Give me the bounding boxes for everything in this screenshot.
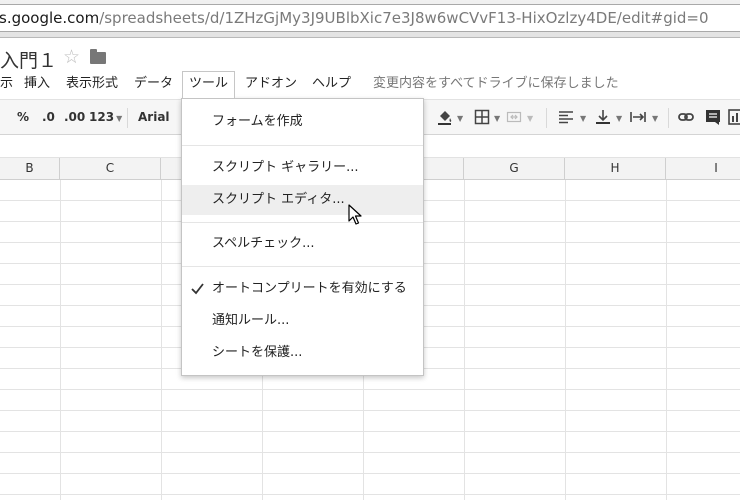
save-status: 変更内容をすべてドライブに保存しました	[373, 76, 619, 91]
fill-color-icon[interactable]	[437, 109, 453, 125]
menu-tools[interactable]: ツール	[182, 71, 236, 98]
chart-icon[interactable]	[728, 109, 740, 125]
browser-address-bar: s.google.com/spreadsheets/d/1ZHzGjMy3J9U…	[0, 0, 740, 38]
mouse-cursor-icon	[348, 204, 362, 225]
percent-format-button[interactable]: %	[17, 100, 29, 134]
star-icon[interactable]: ☆	[63, 46, 80, 68]
column-header-c[interactable]: C	[60, 158, 161, 179]
checkmark-icon	[191, 283, 204, 295]
menu-view[interactable]: 示	[0, 72, 13, 96]
screen: s.google.com/spreadsheets/d/1ZHzGjMy3J9U…	[0, 0, 740, 500]
font-family-dropdown[interactable]: Arial	[138, 100, 170, 134]
menu-item-create-form[interactable]: フォームを作成	[182, 107, 423, 137]
column-header-i[interactable]: I	[666, 158, 740, 179]
comment-icon[interactable]	[705, 109, 721, 125]
increase-decimal-button[interactable]: .00	[64, 100, 85, 134]
toolbar-divider	[127, 108, 128, 128]
grid-column-line	[565, 180, 566, 500]
borders-caret[interactable]: ▼	[492, 100, 500, 134]
number-format-dropdown[interactable]: 123 ▼	[89, 100, 122, 134]
link-icon[interactable]	[678, 109, 694, 125]
chevron-down-icon: ▼	[616, 114, 623, 123]
grid-row[interactable]	[0, 453, 740, 474]
chevron-down-icon: ▼	[494, 114, 501, 123]
grid-row[interactable]	[0, 411, 740, 432]
chevron-down-icon: ▼	[652, 114, 659, 123]
merge-cells-icon[interactable]	[506, 109, 522, 125]
vertical-align-caret[interactable]: ▼	[614, 100, 622, 134]
text-wrap-icon[interactable]	[630, 109, 646, 125]
chevron-down-icon: ▼	[527, 114, 534, 123]
grid-row[interactable]	[0, 495, 740, 500]
text-wrap-caret[interactable]: ▼	[650, 100, 658, 134]
chevron-down-icon: ▼	[580, 114, 587, 123]
grid-column-line	[464, 180, 465, 500]
menu-insert[interactable]: 挿入	[24, 72, 50, 96]
vertical-align-bottom-icon[interactable]	[595, 109, 611, 125]
column-header-b[interactable]: B	[0, 158, 60, 179]
menu-divider	[182, 145, 423, 146]
grid-column-line	[60, 180, 61, 500]
grid-row[interactable]	[0, 390, 740, 411]
grid-column-line	[161, 180, 162, 500]
menu-item-spellcheck[interactable]: スペルチェック...	[182, 229, 423, 259]
chevron-down-icon: ▼	[457, 114, 464, 123]
menu-item-protect-sheet[interactable]: シートを保護...	[182, 338, 423, 368]
menu-divider	[182, 222, 423, 223]
menu-bar: 示 挿入 表示形式 データ ツール アドオン ヘルプ 変更内容をすべてドライブに…	[0, 70, 740, 98]
menu-item-script-editor[interactable]: スクリプト エディタ...	[182, 185, 423, 215]
grid-row[interactable]	[0, 474, 740, 495]
toolbar-divider	[546, 108, 547, 128]
menu-addons[interactable]: アドオン	[245, 72, 297, 96]
column-header-g[interactable]: G	[464, 158, 565, 179]
column-header-h[interactable]: H	[565, 158, 666, 179]
menu-item-autocomplete[interactable]: オートコンプリートを有効にする	[182, 274, 423, 304]
menu-data[interactable]: データ	[134, 72, 173, 96]
grid-column-line	[666, 180, 667, 500]
menu-help[interactable]: ヘルプ	[312, 72, 351, 96]
menu-item-notification-rules[interactable]: 通知ルール...	[182, 306, 423, 336]
number-format-label: 123	[89, 110, 115, 124]
url-path: /spreadsheets/d/1ZHzGjMy3J9UBlbXic7e3J8w…	[99, 9, 709, 27]
align-caret[interactable]: ▼	[578, 100, 586, 134]
menu-item-script-gallery[interactable]: スクリプト ギャラリー...	[182, 153, 423, 183]
document-title[interactable]: 入門１	[0, 46, 57, 73]
borders-icon[interactable]	[474, 109, 490, 125]
url-host: s.google.com	[0, 9, 100, 27]
tools-menu: フォームを作成 スクリプト ギャラリー... スクリプト エディタ... スペル…	[181, 98, 424, 376]
menu-format[interactable]: 表示形式	[66, 72, 118, 96]
decrease-decimal-button[interactable]: .0	[42, 100, 55, 134]
menu-divider	[182, 266, 423, 267]
grid-row[interactable]	[0, 432, 740, 453]
align-left-icon[interactable]	[558, 109, 574, 125]
chevron-down-icon: ▼	[116, 114, 123, 123]
toolbar-divider	[668, 108, 669, 128]
merge-cells-caret[interactable]: ▼	[525, 100, 533, 134]
folder-icon[interactable]	[90, 49, 106, 64]
url-field[interactable]: s.google.com/spreadsheets/d/1ZHzGjMy3J9U…	[0, 4, 740, 32]
menu-item-autocomplete-label: オートコンプリートを有効にする	[212, 281, 407, 296]
fill-color-caret[interactable]: ▼	[455, 100, 463, 134]
